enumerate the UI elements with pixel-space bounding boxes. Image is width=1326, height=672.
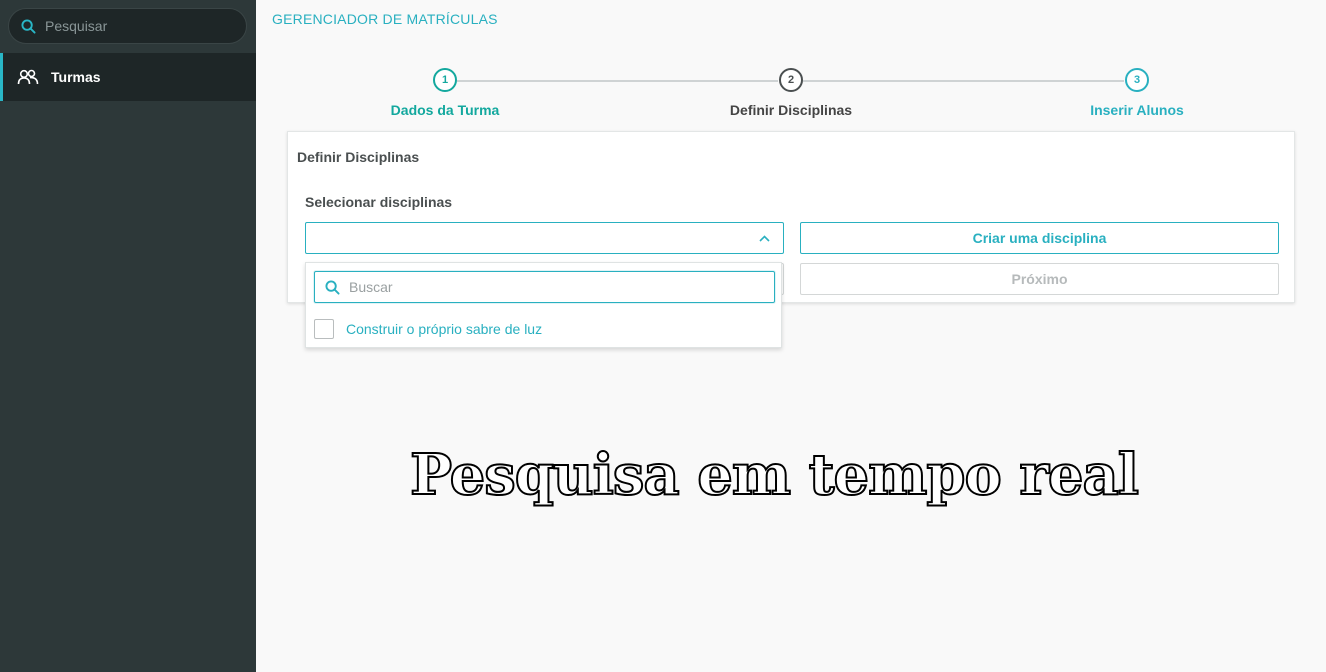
sidebar-item-turmas[interactable]: Turmas <box>0 53 256 101</box>
create-disciplina-button[interactable]: Criar uma disciplina <box>800 222 1279 254</box>
search-icon <box>325 279 341 295</box>
step-number: 1 <box>433 68 457 92</box>
dropdown-option[interactable]: Construir o próprio sabre de luz <box>314 319 542 339</box>
step-number: 3 <box>1125 68 1149 92</box>
select-disciplinas-label: Selecionar disciplinas <box>305 194 453 210</box>
users-icon <box>17 68 39 86</box>
step-label: Inserir Alunos <box>1090 102 1184 118</box>
search-icon <box>21 18 37 34</box>
option-label: Construir o próprio sabre de luz <box>346 321 543 337</box>
step-label: Definir Disciplinas <box>729 102 853 118</box>
sidebar: Turmas <box>0 0 256 672</box>
chevron-up-icon <box>759 232 771 244</box>
disciplinas-dropdown: Construir o próprio sabre de luz <box>305 262 782 348</box>
step-label: Dados da Turma <box>390 102 500 118</box>
stepper: 1 Dados da Turma 2 Definir Disciplinas 3… <box>272 60 1312 130</box>
page-title: GERENCIADOR DE MATRÍCULAS <box>272 11 498 27</box>
sidebar-item-label: Turmas <box>51 69 101 85</box>
sidebar-search-box[interactable] <box>8 8 247 44</box>
dropdown-search-box[interactable] <box>314 271 775 303</box>
option-checkbox[interactable] <box>314 319 334 339</box>
step-number: 2 <box>779 68 803 92</box>
step-inserir-alunos[interactable]: 3 Inserir Alunos <box>1037 68 1237 118</box>
overlay-caption: Pesquisa em tempo real <box>409 441 1140 509</box>
disciplinas-select[interactable] <box>305 222 784 254</box>
dropdown-search-input[interactable] <box>349 279 749 295</box>
sidebar-search-input[interactable] <box>45 18 225 34</box>
step-dados-da-turma[interactable]: 1 Dados da Turma <box>345 68 545 118</box>
next-button[interactable]: Próximo <box>800 263 1279 295</box>
step-definir-disciplinas[interactable]: 2 Definir Disciplinas <box>691 68 891 118</box>
card-title: Definir Disciplinas <box>297 149 420 165</box>
